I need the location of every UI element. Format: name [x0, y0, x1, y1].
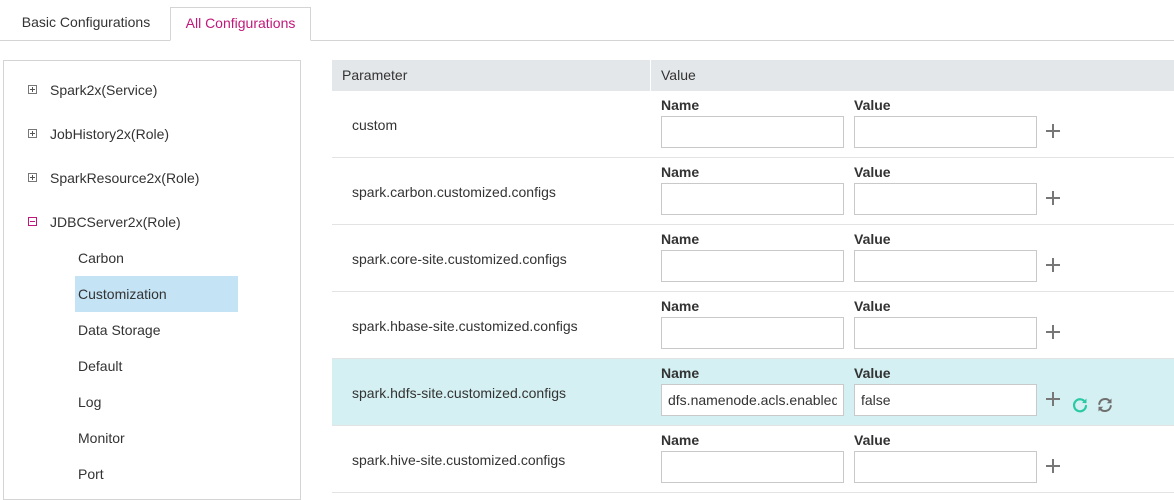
parameter-name: spark.hive-site.customized.configs [352, 452, 566, 468]
value-label: Value [854, 432, 891, 448]
table-row: spark.hive-site.customized.configs Name … [332, 426, 1174, 493]
carbon-value-input[interactable] [854, 183, 1037, 215]
plus-icon[interactable] [1046, 325, 1060, 339]
config-tabbar: Basic Configurations All Configurations [0, 0, 1174, 41]
tree-item-port[interactable]: Port [75, 456, 238, 492]
plus-icon[interactable] [1046, 392, 1060, 406]
hbase-site-value-input[interactable] [854, 317, 1037, 349]
name-label: Name [661, 231, 700, 247]
table-header: Parameter Value [332, 60, 1174, 91]
config-table: Parameter Value custom Name Value spark.… [332, 60, 1174, 493]
tree-item-data-storage[interactable]: Data Storage [75, 312, 238, 348]
value-label: Value [854, 164, 891, 180]
name-label: Name [661, 97, 700, 113]
column-header-value: Value [650, 60, 1174, 91]
tree-item-customization[interactable]: Customization [75, 276, 238, 312]
refresh-icon[interactable] [1096, 396, 1114, 414]
expand-icon[interactable] [28, 85, 37, 94]
hbase-site-name-input[interactable] [661, 317, 844, 349]
carbon-name-input[interactable] [661, 183, 844, 215]
custom-value-input[interactable] [854, 116, 1037, 148]
plus-icon[interactable] [1046, 258, 1060, 272]
column-header-parameter: Parameter [342, 67, 408, 83]
table-row: spark.hbase-site.customized.configs Name… [332, 292, 1174, 359]
table-row: spark.core-site.customized.configs Name … [332, 225, 1174, 292]
hdfs-site-value-input[interactable] [854, 384, 1037, 416]
expand-icon[interactable] [28, 173, 37, 182]
parameter-name: spark.hbase-site.customized.configs [352, 318, 578, 334]
hdfs-site-name-input[interactable] [661, 384, 844, 416]
expand-icon[interactable] [28, 129, 37, 138]
name-label: Name [661, 365, 700, 381]
value-label: Value [854, 365, 891, 381]
restore-icon[interactable] [1071, 396, 1089, 414]
tab-basic-configurations[interactable]: Basic Configurations [4, 7, 168, 39]
parameter-name: spark.carbon.customized.configs [352, 184, 556, 200]
parameter-name: spark.hdfs-site.customized.configs [352, 385, 566, 401]
core-site-name-input[interactable] [661, 250, 844, 282]
tree-item-default[interactable]: Default [75, 348, 238, 384]
core-site-value-input[interactable] [854, 250, 1037, 282]
value-label: Value [854, 97, 891, 113]
tree-item-log[interactable]: Log [75, 384, 238, 420]
tree-node-label: JDBCServer2x(Role) [50, 214, 181, 230]
parameter-name: spark.core-site.customized.configs [352, 251, 567, 267]
tree-node-label: Spark2x(Service) [50, 82, 158, 98]
table-row: custom Name Value [332, 91, 1174, 158]
plus-icon[interactable] [1046, 191, 1060, 205]
name-label: Name [661, 164, 700, 180]
table-row: spark.carbon.customized.configs Name Val… [332, 158, 1174, 225]
plus-icon[interactable] [1046, 459, 1060, 473]
tree-node-label: SparkResource2x(Role) [50, 170, 200, 186]
parameter-name: custom [352, 117, 398, 133]
plus-icon[interactable] [1046, 124, 1060, 138]
value-label: Value [854, 298, 891, 314]
hive-site-value-input[interactable] [854, 451, 1037, 483]
tree-item-carbon[interactable]: Carbon [75, 240, 238, 276]
name-label: Name [661, 298, 700, 314]
config-tree: Spark2x(Service) JobHistory2x(Role) Spar… [3, 60, 301, 500]
name-label: Name [661, 432, 700, 448]
table-row-selected: spark.hdfs-site.customized.configs Name … [332, 359, 1174, 426]
tree-node-label: JobHistory2x(Role) [50, 126, 170, 142]
collapse-icon[interactable] [28, 217, 37, 226]
hive-site-name-input[interactable] [661, 451, 844, 483]
tree-item-monitor[interactable]: Monitor [75, 420, 238, 456]
tab-all-configurations[interactable]: All Configurations [170, 7, 311, 41]
value-label: Value [854, 231, 891, 247]
custom-name-input[interactable] [661, 116, 844, 148]
